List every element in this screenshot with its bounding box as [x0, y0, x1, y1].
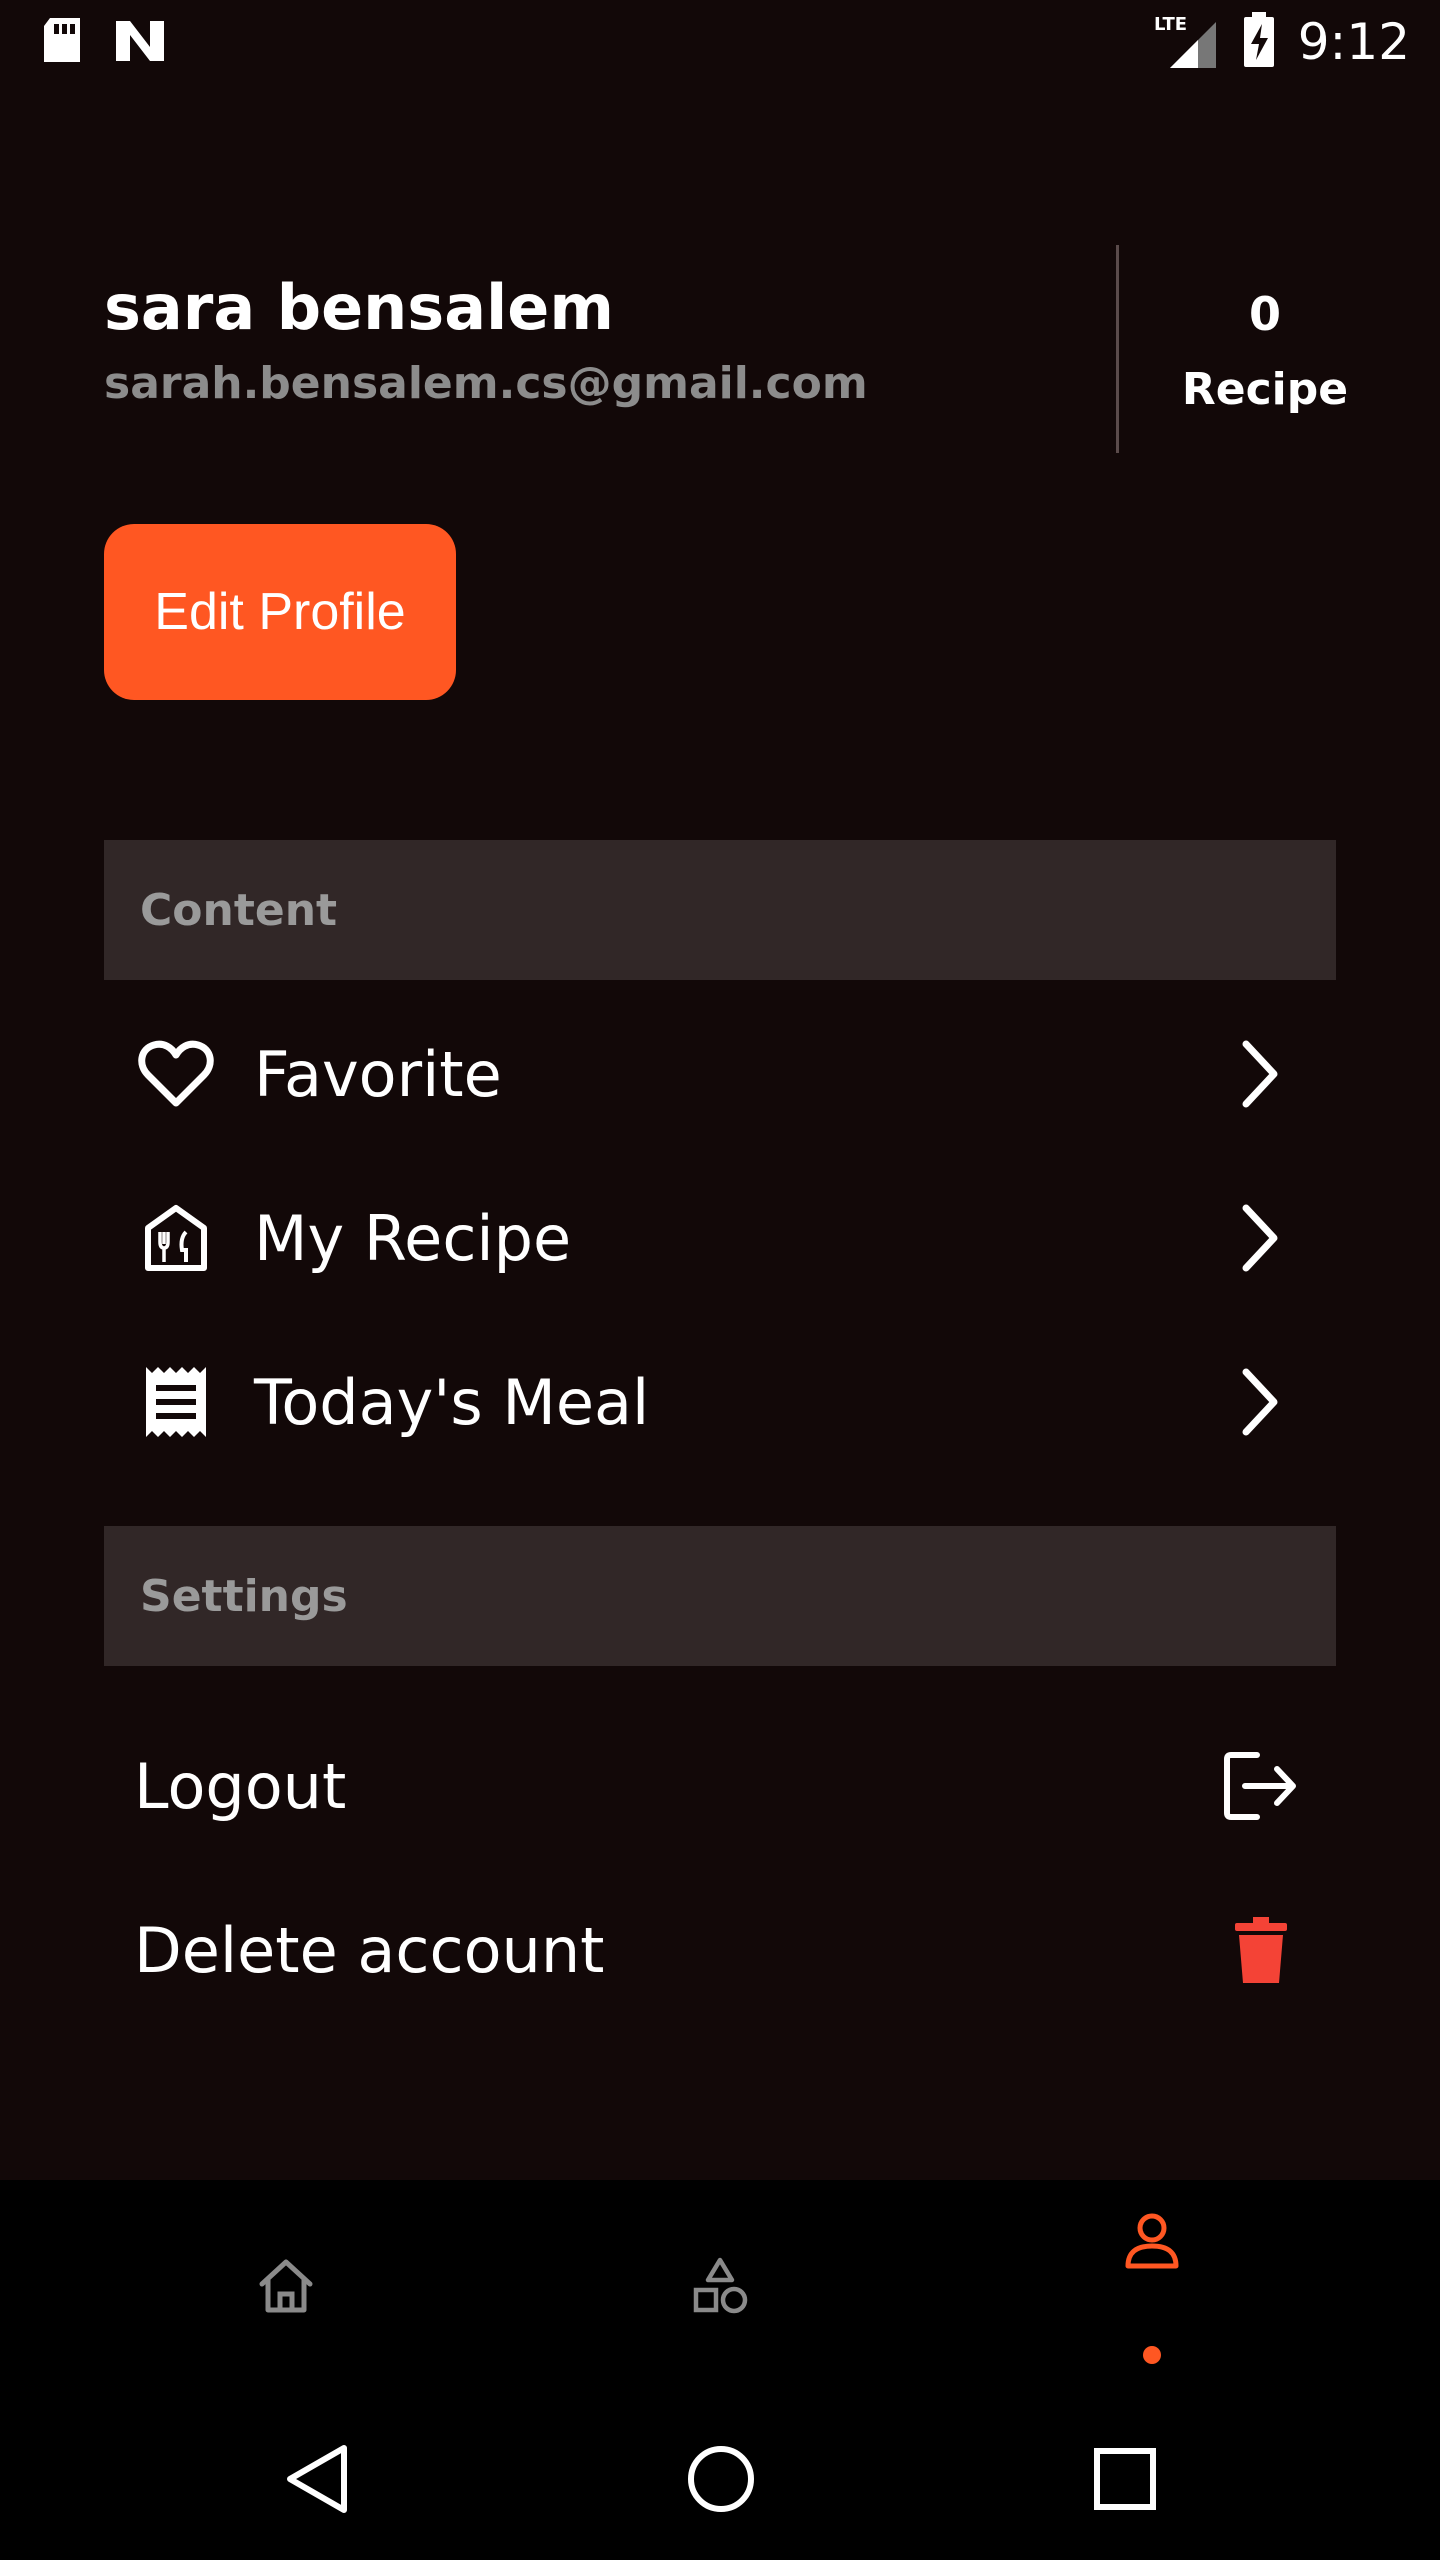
nav-categories[interactable]	[660, 2180, 780, 2394]
person-icon	[1124, 2210, 1180, 2274]
vertical-divider	[1116, 245, 1119, 453]
battery-charging-icon	[1242, 12, 1276, 72]
profile-name: sara bensalem	[104, 271, 614, 344]
chevron-right-icon	[1228, 1034, 1292, 1114]
menu-item-todays-meal[interactable]: Today's Meal	[104, 1320, 1336, 1484]
menu-item-label: Today's Meal	[254, 1365, 650, 1439]
menu-item-favorite[interactable]: Favorite	[104, 992, 1336, 1156]
profile-info: sara bensalem sarah.bensalem.cs@gmail.co…	[104, 268, 868, 412]
delete-account-label: Delete account	[134, 1913, 605, 1987]
bottom-navigation	[0, 2180, 1440, 2394]
back-triangle-icon	[287, 2445, 347, 2513]
menu-item-label: My Recipe	[254, 1201, 572, 1275]
delete-account-button[interactable]: Delete account	[104, 1868, 1336, 2032]
recents-button[interactable]	[1080, 2434, 1170, 2524]
logout-button[interactable]: Logout	[104, 1704, 1336, 1868]
status-time: 9:12	[1297, 13, 1410, 71]
home-icon	[256, 2256, 316, 2320]
home-circle-icon	[688, 2446, 754, 2512]
profile-email: sarah.bensalem.cs@gmail.com	[104, 358, 868, 409]
n-logo-icon	[114, 19, 166, 67]
nav-profile[interactable]	[1092, 2180, 1212, 2394]
chevron-right-icon	[1228, 1362, 1292, 1442]
home-system-button[interactable]	[676, 2434, 766, 2524]
edit-profile-button[interactable]: Edit Profile	[104, 524, 456, 700]
shapes-icon	[690, 2256, 750, 2322]
recipe-label: Recipe	[1181, 364, 1349, 415]
menu-item-my-recipe[interactable]: My Recipe	[104, 1156, 1336, 1320]
logout-label: Logout	[134, 1749, 347, 1823]
recipe-count: 0	[1248, 287, 1281, 341]
status-bar: LTE 9:12	[0, 0, 1440, 84]
logout-icon	[1216, 1741, 1306, 1831]
chevron-right-icon	[1228, 1198, 1292, 1278]
trash-icon	[1216, 1905, 1306, 1995]
system-navigation-bar	[0, 2394, 1440, 2560]
menu-item-label: Favorite	[254, 1037, 502, 1111]
nav-home[interactable]	[226, 2180, 346, 2394]
recipe-stats: 0 Recipe	[1140, 280, 1390, 424]
settings-section-header: Settings	[104, 1526, 1336, 1666]
network-label: LTE	[1154, 14, 1187, 35]
active-indicator-dot	[1143, 2346, 1161, 2364]
content-section-header: Content	[104, 840, 1336, 980]
sd-card-icon	[40, 16, 84, 70]
back-button[interactable]	[272, 2434, 362, 2524]
recents-square-icon	[1094, 2448, 1156, 2510]
lte-signal-icon: LTE	[1154, 12, 1220, 72]
heart-icon	[134, 1032, 218, 1116]
receipt-icon	[134, 1360, 218, 1444]
restaurant-icon	[134, 1196, 218, 1280]
